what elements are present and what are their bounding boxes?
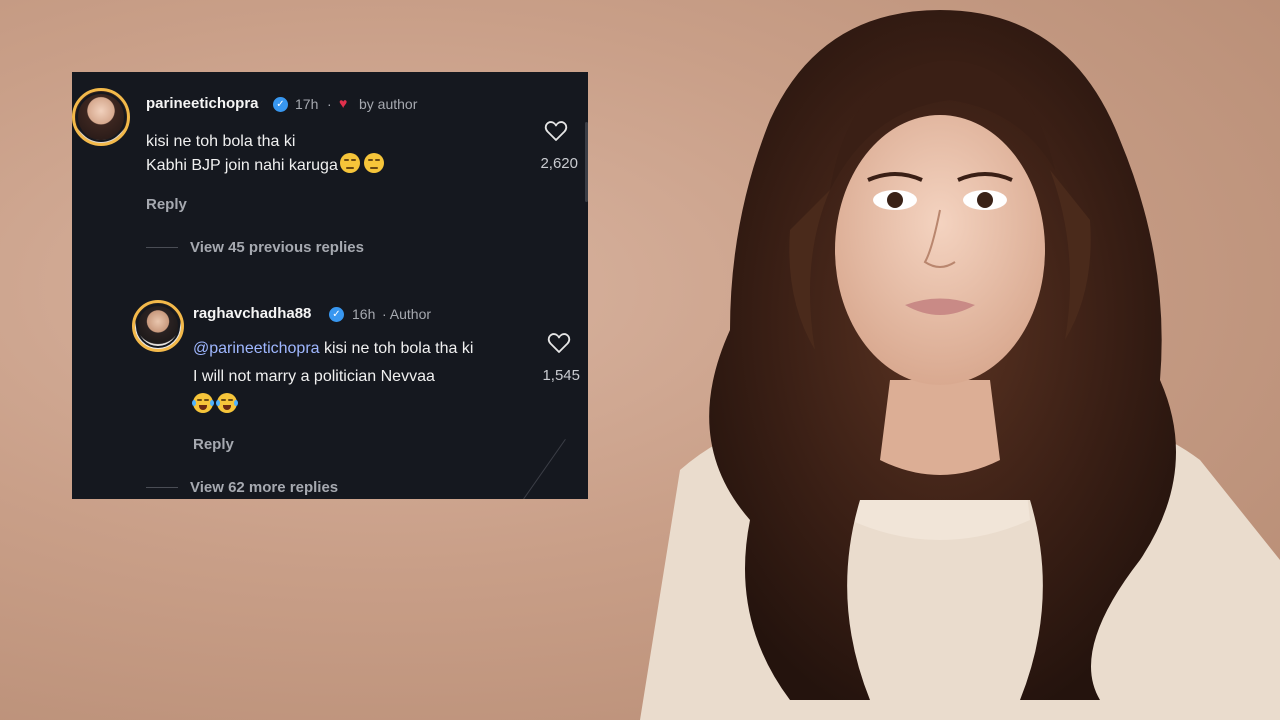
instagram-comment-screenshot: parineetichopra ✓ 17h · ♥ by author kisi… bbox=[72, 72, 588, 499]
verified-icon: ✓ bbox=[273, 97, 288, 112]
parent-time-ago: 17h bbox=[295, 96, 319, 112]
parent-username[interactable]: parineetichopra bbox=[146, 95, 259, 112]
parent-comment-line-2: Kabhi BJP join nahi karuga bbox=[146, 157, 338, 174]
celebrity-portrait-photo bbox=[600, 0, 1280, 720]
parent-comment-text: kisi ne toh bola tha ki Kabhi BJP join n… bbox=[146, 130, 384, 177]
parent-avatar[interactable] bbox=[72, 88, 130, 146]
parent-like-count: 2,620 bbox=[540, 155, 578, 172]
replies-divider-line bbox=[146, 247, 178, 248]
author-liked-heart-icon: ♥ bbox=[339, 95, 348, 111]
reply-comment-line-1: kisi ne toh bola tha ki bbox=[324, 340, 474, 357]
scrollbar[interactable] bbox=[585, 122, 588, 202]
tears-of-joy-icon bbox=[216, 393, 238, 413]
reply-reply-button[interactable]: Reply bbox=[193, 436, 234, 453]
meta-separator: · bbox=[327, 96, 332, 112]
liked-by-author-label: by author bbox=[359, 96, 418, 112]
view-more-replies-link[interactable]: View 62 more replies bbox=[190, 479, 338, 496]
view-previous-replies-link[interactable]: View 45 previous replies bbox=[190, 239, 364, 256]
reply-line-1-wrap: @parineetichopra kisi ne toh bola tha ki bbox=[193, 337, 473, 360]
unamused-face-icon bbox=[363, 153, 384, 173]
replies-divider-line bbox=[146, 487, 178, 488]
reply-comment: raghavchadha88 ✓ 16h · Author @parineeti… bbox=[72, 292, 588, 462]
heart-outline-icon[interactable] bbox=[544, 120, 568, 142]
reply-time-ago: 16h bbox=[352, 306, 376, 322]
reply-comment-text: @parineetichopra kisi ne toh bola tha ki… bbox=[192, 337, 473, 417]
unamused-face-icon bbox=[339, 153, 360, 173]
reply-like-count: 1,545 bbox=[542, 367, 580, 384]
mention-link[interactable]: @parineetichopra bbox=[193, 340, 320, 357]
verified-icon: ✓ bbox=[329, 307, 344, 322]
reply-emoji-line bbox=[192, 393, 473, 417]
parent-reply-button[interactable]: Reply bbox=[146, 196, 187, 213]
reply-username[interactable]: raghavchadha88 bbox=[193, 305, 311, 322]
heart-outline-icon[interactable] bbox=[547, 332, 571, 354]
author-label: · Author bbox=[382, 306, 432, 322]
portrait-illustration bbox=[640, 10, 1280, 720]
parent-comment: parineetichopra ✓ 17h · ♥ by author kisi… bbox=[72, 72, 588, 222]
parent-comment-line-1: kisi ne toh bola tha ki bbox=[146, 133, 296, 150]
reply-comment-line-2: I will not marry a politician Nevvaa bbox=[193, 368, 435, 385]
reply-avatar[interactable] bbox=[132, 300, 184, 352]
parent-comment-line-2-wrap: Kabhi BJP join nahi karuga bbox=[146, 153, 384, 177]
tears-of-joy-icon bbox=[192, 393, 214, 413]
